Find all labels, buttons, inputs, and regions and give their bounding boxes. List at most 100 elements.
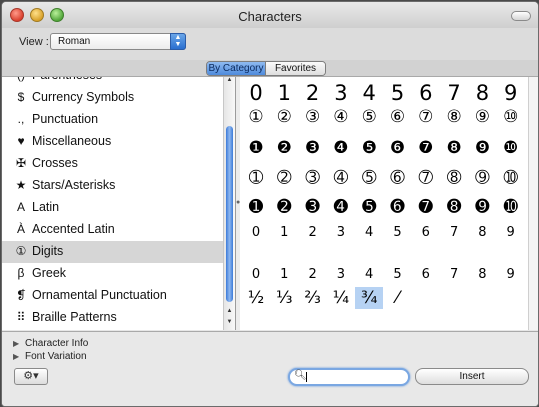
glyph-cell[interactable]: ➑ — [440, 196, 468, 218]
glyph-cell[interactable]: ➀ — [242, 167, 270, 189]
glyph-cell[interactable]: ➐ — [412, 196, 440, 218]
glyph-cell[interactable]: ④ — [327, 106, 355, 128]
glyph-cell[interactable]: ⑦ — [412, 106, 440, 128]
glyph-cell[interactable]: 3 — [327, 222, 355, 244]
glyph-cell[interactable]: ③ — [299, 106, 327, 128]
glyph-cell[interactable]: 2 — [299, 264, 327, 286]
sidebar-item-ornamental-punctuation[interactable]: ❡ Ornamental Punctuation — [2, 285, 224, 307]
tab-by-category[interactable]: By Category — [207, 62, 266, 75]
glyph-cell[interactable]: ⑨ — [468, 106, 496, 128]
glyph-cell[interactable]: ❹ — [327, 137, 355, 159]
scroll-up-icon[interactable]: ▲ — [224, 77, 235, 87]
grid-scrollbar[interactable] — [528, 77, 538, 330]
glyph-cell[interactable]: ❻ — [384, 137, 412, 159]
sidebar-item-greek[interactable]: β Greek — [2, 263, 224, 285]
glyph-cell[interactable]: 9 — [497, 222, 525, 244]
glyph-cell[interactable]: 4 — [355, 264, 383, 286]
glyph-cell[interactable]: 6 — [412, 264, 440, 286]
sidebar-item-miscellaneous[interactable]: ♥ Miscellaneous — [2, 131, 224, 153]
glyph-cell[interactable]: ➅ — [384, 167, 412, 189]
glyph-cell[interactable]: ❷ — [270, 137, 298, 159]
glyph-cell[interactable]: 1 — [270, 264, 298, 286]
glyph-cell[interactable]: ➓ — [497, 196, 525, 218]
glyph-cell[interactable]: ¼ — [327, 287, 355, 309]
glyph-cell[interactable]: 8 — [468, 264, 496, 286]
glyph-cell[interactable]: ❼ — [412, 137, 440, 159]
glyph-cell[interactable]: ① — [242, 106, 270, 128]
glyph-cell[interactable]: ⑤ — [355, 106, 383, 128]
toolbar-toggle-button[interactable] — [511, 11, 531, 21]
glyph-cell[interactable]: ② — [270, 106, 298, 128]
glyph-cell[interactable]: ❸ — [299, 137, 327, 159]
glyph-cell[interactable]: 2 — [299, 222, 327, 244]
glyph-cell[interactable]: 3 — [327, 82, 355, 104]
glyph-cell[interactable]: ➁ — [270, 167, 298, 189]
glyph-cell[interactable]: 7 — [440, 264, 468, 286]
sidebar-item-braille-patterns[interactable]: ⠿ Braille Patterns — [2, 307, 224, 329]
sidebar-scroll-thumb[interactable] — [226, 126, 233, 302]
glyph-cell[interactable]: 7 — [440, 82, 468, 104]
glyph-cell[interactable]: ⑥ — [384, 106, 412, 128]
glyph-cell[interactable]: 8 — [468, 82, 496, 104]
glyph-cell[interactable]: ➏ — [384, 196, 412, 218]
glyph-cell[interactable]: ❾ — [468, 137, 496, 159]
insert-button[interactable]: Insert — [415, 368, 529, 385]
glyph-cell[interactable]: 5 — [384, 222, 412, 244]
search-field[interactable]: 🔍︎ — [288, 368, 410, 386]
glyph-cell[interactable]: ⑩ — [497, 106, 525, 128]
glyph-cell[interactable]: 2 — [299, 82, 327, 104]
sidebar-item-accented-latin[interactable]: À Accented Latin — [2, 219, 224, 241]
scroll-down-icon[interactable]: ▼ — [224, 319, 235, 329]
sidebar-item-currency-symbols[interactable]: $ Currency Symbols — [2, 87, 224, 109]
character-info-disclosure[interactable]: ▶ Character Info — [13, 338, 88, 349]
sidebar-scrollbar[interactable]: ▲ ▲ ▼ — [223, 77, 235, 330]
glyph-cell[interactable]: ⁄ — [384, 287, 412, 309]
glyph-cell[interactable]: 9 — [497, 264, 525, 286]
glyph-cell[interactable]: 5 — [384, 264, 412, 286]
glyph-cell[interactable]: 0 — [242, 264, 270, 286]
glyph-cell[interactable]: ➉ — [497, 167, 525, 189]
glyph-cell[interactable]: ❿ — [497, 137, 525, 159]
sidebar-item-latin[interactable]: A Latin — [2, 197, 224, 219]
glyph-cell[interactable]: ⅔ — [299, 287, 327, 309]
glyph-cell[interactable]: 3 — [327, 264, 355, 286]
glyph-cell[interactable]: ➃ — [327, 167, 355, 189]
glyph-cell[interactable]: 8 — [468, 222, 496, 244]
glyph-cell[interactable]: ➎ — [355, 196, 383, 218]
glyph-cell[interactable]: ➒ — [468, 196, 496, 218]
glyph-cell[interactable]: ➍ — [327, 196, 355, 218]
glyph-cell[interactable]: ➈ — [468, 167, 496, 189]
sidebar-item-crosses[interactable]: ✠ Crosses — [2, 153, 224, 175]
glyph-cell[interactable]: 1 — [270, 222, 298, 244]
glyph-cell[interactable]: ➂ — [299, 167, 327, 189]
glyph-cell[interactable]: ➄ — [355, 167, 383, 189]
glyph-cell[interactable]: 0 — [242, 82, 270, 104]
glyph-cell[interactable]: 6 — [412, 222, 440, 244]
glyph-cell[interactable]: 4 — [355, 222, 383, 244]
glyph-cell[interactable]: ➆ — [412, 167, 440, 189]
title-bar[interactable]: Characters — [2, 2, 538, 28]
action-gear-button[interactable]: ⚙▾ — [14, 368, 48, 385]
sidebar-item-punctuation[interactable]: ., Punctuation — [2, 109, 224, 131]
glyph-cell[interactable]: ➊ — [242, 196, 270, 218]
tab-favorites[interactable]: Favorites — [266, 62, 325, 75]
glyph-cell[interactable]: ❶ — [242, 137, 270, 159]
sidebar-item-parentheses[interactable]: ()Parentheses — [2, 77, 224, 87]
view-select[interactable]: Roman ▲ ▼ — [50, 33, 186, 50]
glyph-cell[interactable]: 5 — [384, 82, 412, 104]
glyph-cell[interactable]: ❺ — [355, 137, 383, 159]
sidebar-item-digits[interactable]: ① Digits — [2, 241, 224, 263]
sidebar-item-stars-asterisks[interactable]: ★ Stars/Asterisks — [2, 175, 224, 197]
glyph-cell[interactable]: ❽ — [440, 137, 468, 159]
glyph-cell[interactable]: ⑧ — [440, 106, 468, 128]
glyph-cell[interactable]: 4 — [355, 82, 383, 104]
glyph-cell[interactable]: ➋ — [270, 196, 298, 218]
glyph-cell[interactable]: ¾ — [355, 287, 384, 309]
font-variation-disclosure[interactable]: ▶ Font Variation — [13, 351, 87, 362]
glyph-cell[interactable]: 7 — [440, 222, 468, 244]
glyph-cell[interactable]: ➇ — [440, 167, 468, 189]
glyph-cell[interactable]: 6 — [412, 82, 440, 104]
glyph-cell[interactable]: ⅓ — [270, 287, 298, 309]
glyph-cell[interactable]: 0 — [242, 222, 270, 244]
glyph-cell[interactable]: 9 — [497, 82, 525, 104]
